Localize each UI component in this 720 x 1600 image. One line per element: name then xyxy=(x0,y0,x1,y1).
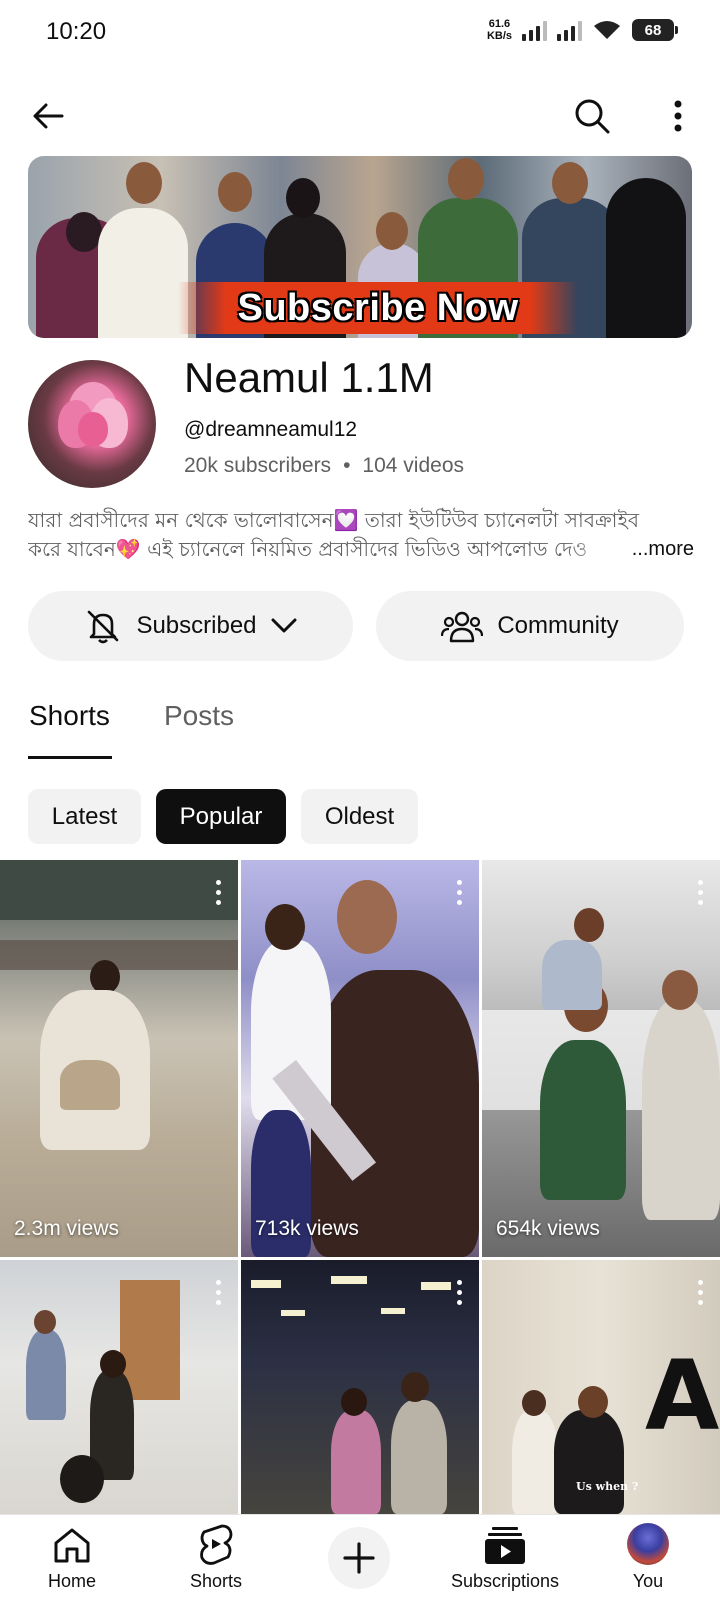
chevron-down-icon xyxy=(271,618,297,633)
subscribed-button[interactable]: Subscribed xyxy=(28,591,353,661)
search-button[interactable] xyxy=(568,92,616,140)
community-button[interactable]: Community xyxy=(376,591,684,661)
nav-you[interactable]: You xyxy=(608,1515,688,1600)
nav-shorts[interactable]: Shorts xyxy=(176,1515,256,1600)
short-tile[interactable] xyxy=(241,1260,479,1514)
short-tile[interactable]: A Us when ? xyxy=(482,1260,720,1514)
subscriber-count: 20k subscribers xyxy=(184,454,332,477)
signal-2-icon xyxy=(557,19,582,41)
home-icon xyxy=(54,1528,90,1563)
more-options-button[interactable] xyxy=(654,92,702,140)
user-avatar xyxy=(627,1523,669,1565)
notification-off-icon xyxy=(88,610,119,644)
network-speed: 61.6 KB/s xyxy=(486,18,512,42)
nav-home-label: Home xyxy=(47,1571,96,1591)
nav-subscriptions-label: Subscriptions xyxy=(450,1571,560,1591)
sign-letter: A xyxy=(645,1340,720,1452)
description-line-2: করে যাবেন💖 এই চ্যানেলে নিয়মিত প্রবাসীদে… xyxy=(28,537,588,561)
plus-icon xyxy=(343,1542,375,1574)
stats-separator: • xyxy=(343,454,351,477)
shorts-icon xyxy=(200,1524,233,1565)
short-views: 713k views xyxy=(255,1217,359,1240)
nav-shorts-label: Shorts xyxy=(189,1571,243,1591)
nav-subscriptions[interactable]: Subscriptions xyxy=(440,1515,570,1600)
channel-name: Neamul 1.1M xyxy=(184,354,434,401)
more-vert-icon xyxy=(674,100,682,132)
battery-indicator: 68 xyxy=(632,19,678,41)
signal-1-icon xyxy=(522,19,547,41)
short-options-icon[interactable] xyxy=(698,880,704,905)
back-arrow-icon xyxy=(33,103,64,129)
short-tile[interactable]: 713k views xyxy=(241,860,479,1257)
subscribed-label: Subscribed xyxy=(136,612,257,639)
create-button[interactable] xyxy=(328,1527,390,1589)
filter-oldest[interactable]: Oldest xyxy=(301,789,418,844)
short-views: 2.3m views xyxy=(14,1217,120,1240)
channel-handle: @dreamneamul12 xyxy=(184,418,358,441)
short-tile[interactable]: 2.3m views xyxy=(0,860,238,1257)
nav-you-label: You xyxy=(632,1571,664,1591)
channel-description[interactable]: যারা প্রবাসীদের মন থেকে ভালোবাসেন💟 তারা … xyxy=(28,506,694,564)
short-tile[interactable]: 654k views xyxy=(482,860,720,1257)
short-options-icon[interactable] xyxy=(216,1280,222,1305)
video-count: 104 videos xyxy=(362,454,464,477)
short-options-icon[interactable] xyxy=(457,1280,463,1305)
short-options-icon[interactable] xyxy=(216,880,222,905)
subscriptions-icon xyxy=(485,1527,525,1564)
wifi-icon xyxy=(594,21,620,39)
filter-popular[interactable]: Popular xyxy=(156,789,286,844)
short-overlay-text: Us when ? xyxy=(576,1480,639,1493)
search-icon xyxy=(575,99,610,134)
more-link[interactable]: ...more xyxy=(626,535,694,564)
short-options-icon[interactable] xyxy=(457,880,463,905)
community-label: Community xyxy=(497,612,619,639)
top-bar xyxy=(0,80,720,152)
back-button[interactable] xyxy=(24,92,72,140)
short-tile[interactable] xyxy=(0,1260,238,1514)
status-indicators: 61.6 KB/s 68 xyxy=(486,18,678,42)
tab-posts[interactable]: Posts xyxy=(164,700,234,732)
filter-latest[interactable]: Latest xyxy=(28,789,141,844)
channel-stats: 20k subscribers • 104 videos xyxy=(184,454,464,478)
banner-cta: Subscribe Now xyxy=(178,282,578,334)
people-icon xyxy=(441,611,484,643)
tab-shorts[interactable]: Shorts xyxy=(29,700,110,732)
short-views: 654k views xyxy=(496,1217,600,1240)
description-line-1: যারা প্রবাসীদের মন থেকে ভালোবাসেন💟 তারা … xyxy=(28,508,640,532)
channel-banner[interactable]: Subscribe Now xyxy=(28,156,692,338)
bottom-navigation: Home Shorts Subscriptions You xyxy=(0,1514,720,1600)
banner-text: Subscribe Now xyxy=(237,286,519,329)
nav-home[interactable]: Home xyxy=(32,1515,112,1600)
status-time: 10:20 xyxy=(46,18,107,45)
status-bar: 10:20 61.6 KB/s 68 xyxy=(0,0,720,66)
channel-avatar[interactable] xyxy=(28,360,156,488)
active-tab-indicator xyxy=(28,756,112,759)
short-options-icon[interactable] xyxy=(698,1280,704,1305)
